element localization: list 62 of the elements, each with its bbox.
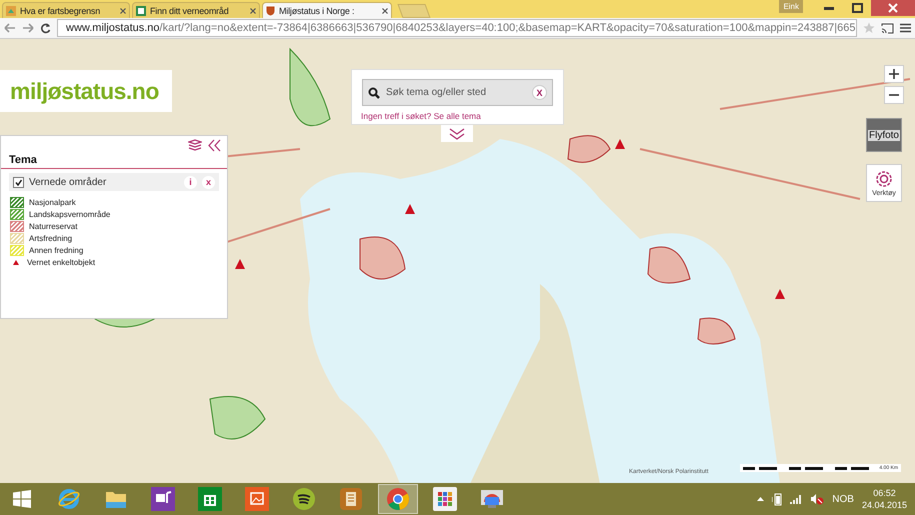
legend-label: Nasjonalpark [29,198,76,206]
star-icon[interactable] [863,22,875,34]
info-button[interactable]: i [184,176,197,188]
layer-label: Vernede områder [29,176,108,188]
map-icon [6,6,16,16]
close-icon[interactable] [120,8,126,14]
signal-icon[interactable] [790,494,802,504]
gear-icon[interactable] [875,170,893,188]
windows-logo-icon [13,490,31,508]
back-arrow-icon[interactable] [4,23,16,33]
clock-time[interactable]: 06:52 [873,488,896,498]
clock-date[interactable]: 24.04.2015 [862,500,907,510]
menu-icon[interactable] [900,23,911,33]
close-icon[interactable] [250,8,256,14]
plus-icon[interactable] [889,69,899,79]
folder-icon [105,489,127,509]
chevron-up-icon[interactable] [757,497,764,501]
battery-icon[interactable] [772,492,782,506]
forward-arrow-icon[interactable] [22,23,34,33]
browser-e-icon [58,488,80,510]
music-streaming-icon [292,487,316,511]
browser-tab[interactable]: Miljøstatus i Norge : [262,2,392,18]
no-results-link[interactable]: Ingen treff i søket? Se alle tema [361,111,481,121]
collapse-chevron-icon[interactable] [208,139,221,152]
language-indicator[interactable]: NOB [832,494,854,504]
search-field[interactable]: Søk tema og/eller sted X [362,79,553,106]
legend-label: Annen fredning [29,246,84,254]
address-bar[interactable]: www.miljostatus.no/kart/?lang=no&extent=-73864|6386663|536790|6840253&layers=40:100;&basemap=KART&opacity=70&saturation=100&mappin=243887|665 [57,19,857,37]
reload-icon[interactable] [40,22,51,34]
close-icon[interactable] [382,8,388,14]
media-app-icon [151,487,175,511]
legend-label: Naturreservat [29,222,78,230]
layer-checkbox[interactable] [13,176,24,188]
minimize-icon[interactable] [824,6,834,10]
clear-button[interactable]: X [532,85,547,100]
cast-icon[interactable] [881,22,894,34]
taskbar-app-button[interactable] [378,484,418,514]
layer-row[interactable]: Vernede områder i x [9,173,219,191]
legend-label: Landskapsvernområde [29,210,110,218]
zoom-out-button[interactable] [884,86,904,104]
remote-desktop-icon [480,488,504,510]
chrome-logo-icon [386,487,410,511]
restore-icon[interactable] [852,3,862,13]
zoom-in-button[interactable] [884,65,904,83]
search-icon [368,86,380,98]
shopping-bag-icon [198,487,222,511]
legend-label: Vernet enkeltobjekt [27,258,96,266]
aerial-photo-button[interactable]: Flyfoto [866,118,902,152]
expand-button[interactable] [441,125,473,142]
shield-icon [266,6,275,16]
legend-label: Artsfredning [29,234,72,242]
remove-button[interactable]: x [202,176,215,188]
chevron-down-icon[interactable] [449,128,465,140]
app-grid-icon [433,487,457,511]
layers-icon[interactable] [188,139,202,152]
picture-icon [245,487,269,511]
muted-speaker-icon[interactable] [810,493,824,505]
browser-tab[interactable]: Finn ditt verneområd [132,2,260,18]
panel-title: Tema [1,152,227,169]
document-app-icon [339,487,363,511]
browser-tab[interactable]: Hva er fartsbegrensn [2,2,130,18]
page-icon [136,6,146,16]
